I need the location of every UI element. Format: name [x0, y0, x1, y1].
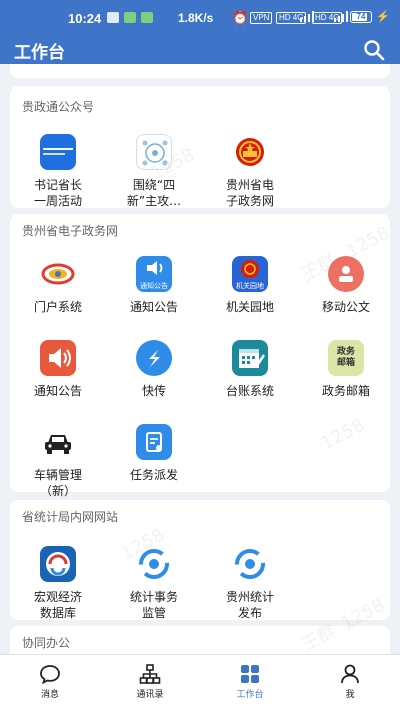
section-card-egov: 贵州省电子政务网 门户系统 通知公告 通知公告 机关园地 机关园地 移动公文 通…	[10, 214, 390, 498]
app-item-label: 通知公告	[129, 300, 178, 314]
app-notification-icon	[107, 12, 119, 23]
app-item-gov-mail[interactable]: 政务 邮箱 政务邮箱	[298, 340, 394, 399]
news-banner-icon	[40, 134, 76, 170]
icon-caption: 通知公告	[140, 282, 168, 290]
wechat-notification-icon	[141, 12, 153, 23]
megaphone-icon	[40, 340, 76, 376]
workbench-content[interactable]: 贵政通公众号 书记省长 一周活动 围绕“四 新”主攻… 贵州省电 子政务网 贵州…	[0, 64, 400, 654]
app-item-label: 机关园地	[225, 300, 274, 314]
status-bar: 10:24 1.8K/s ⏰ VPN HD 4G HD 4G 74 ⚡	[0, 0, 400, 34]
app-item-vehicles[interactable]: 车辆管理 （新）	[10, 424, 106, 499]
app-item-four-new[interactable]: 围绕“四 新”主攻…	[106, 134, 202, 209]
app-item-egov-network[interactable]: 贵州省电 子政务网	[202, 134, 298, 209]
battery-level: 74	[356, 12, 366, 21]
tab-messages[interactable]: 消息	[0, 655, 100, 710]
app-item-secretary-weekly[interactable]: 书记省长 一周活动	[10, 134, 106, 209]
network-speed: 1.8K/s	[178, 11, 214, 25]
app-item-label: 车辆管理 （新）	[10, 467, 106, 499]
task-dispatch-icon	[136, 424, 172, 460]
section-title: 省统计局内网网站	[22, 510, 119, 524]
gov-mailbox-icon: 政务 邮箱	[328, 340, 364, 376]
app-item-stats-release[interactable]: 贵州统计 发布	[202, 546, 298, 621]
bottom-tab-bar: 消息 通讯录 工作台 我	[0, 654, 400, 710]
app-item-notice-2[interactable]: 通知公告	[10, 340, 106, 399]
quick-send-icon	[136, 340, 172, 376]
tab-me[interactable]: 我	[300, 655, 400, 710]
app-item-label: 任务派发	[129, 468, 178, 482]
app-item-label: 政务邮箱	[321, 384, 370, 398]
org-chart-icon	[139, 664, 161, 684]
label-text: 统计事务 监管	[129, 590, 178, 620]
app-item-label: 通知公告	[33, 384, 82, 398]
section-title: 贵州省电子政务网	[22, 224, 119, 238]
app-bar: 工作台	[0, 34, 400, 64]
charging-icon: ⚡	[376, 11, 390, 23]
app-item-mobile-doc[interactable]: 移动公文	[298, 256, 394, 315]
notice-speaker-icon: 通知公告	[136, 256, 172, 292]
battery-icon: 74	[350, 11, 372, 23]
label-text: 围绕“四 新”主攻…	[126, 178, 182, 208]
tab-label: 工作台	[236, 690, 264, 700]
status-time: 10:24	[68, 11, 102, 26]
label-text: 宏观经济 数据库	[33, 590, 82, 620]
app-item-stats-supervision[interactable]: 统计事务 监管	[106, 546, 202, 621]
previous-section-card	[10, 64, 390, 78]
app-item-notice-1[interactable]: 通知公告 通知公告	[106, 256, 202, 315]
app-item-label: 门户系统	[33, 300, 82, 314]
app-item-label: 贵州统计 发布	[202, 589, 298, 621]
section-card-stats-bureau: 省统计局内网网站 宏观经济 数据库 统计事务 监管 贵州统计 发布	[10, 500, 390, 620]
document-person-icon	[328, 256, 364, 292]
label-text: 贵州省电 子政务网	[225, 178, 274, 208]
tab-label: 我	[345, 690, 355, 700]
map-diagram-icon	[136, 134, 172, 170]
app-item-macro-db[interactable]: 宏观经济 数据库	[10, 546, 106, 621]
app-item-label: 贵州省电 子政务网	[202, 177, 298, 209]
stats-logo-icon	[232, 546, 268, 582]
label-text: 车辆管理 （新）	[33, 468, 82, 498]
app-item-quick-send[interactable]: 快传	[106, 340, 202, 399]
app-item-label: 移动公文	[321, 300, 370, 314]
search-icon[interactable]	[363, 39, 385, 61]
tab-label: 消息	[40, 690, 59, 700]
alarm-icon: ⏰	[232, 10, 249, 25]
section-title: 贵政通公众号	[22, 100, 95, 114]
app-item-task-dispatch[interactable]: 任务派发	[106, 424, 202, 483]
chat-icon	[40, 665, 60, 685]
emblem-garden-icon: 机关园地	[232, 256, 268, 292]
page-title: 工作台	[14, 43, 65, 63]
section-card-official-accounts: 贵政通公众号 书记省长 一周活动 围绕“四 新”主攻… 贵州省电 子政务网	[10, 86, 390, 208]
section-title: 协同办公	[22, 636, 71, 650]
calendar-ledger-icon	[232, 340, 268, 376]
person-icon	[341, 664, 359, 684]
icon-caption: 机关园地	[236, 282, 264, 290]
app-item-label: 统计事务 监管	[106, 589, 202, 621]
app-item-label: 台账系统	[225, 384, 274, 398]
app-item-label: 书记省长 一周活动	[10, 177, 106, 209]
app-item-portal[interactable]: 门户系统	[10, 256, 106, 315]
app-item-garden[interactable]: 机关园地 机关园地	[202, 256, 298, 315]
label-text: 贵州统计 发布	[225, 590, 274, 620]
message-notification-icon	[124, 12, 136, 23]
tab-label: 通讯录	[136, 690, 164, 700]
app-item-label: 围绕“四 新”主攻…	[106, 177, 202, 209]
tab-contacts[interactable]: 通讯录	[100, 655, 200, 710]
app-item-ledger[interactable]: 台账系统	[202, 340, 298, 399]
app-item-label: 快传	[141, 384, 166, 398]
portal-logo-icon	[40, 256, 76, 292]
tab-workbench[interactable]: 工作台	[200, 655, 300, 710]
app-item-label: 宏观经济 数据库	[10, 589, 106, 621]
vpn-badge: VPN	[250, 12, 273, 24]
grid-icon	[241, 665, 259, 683]
stats-db-icon	[40, 546, 76, 582]
stats-logo-icon	[136, 546, 172, 582]
signal-bars-2-icon	[334, 11, 348, 22]
car-icon	[40, 424, 76, 460]
national-emblem-icon	[232, 134, 268, 170]
section-card-collab: 协同办公	[10, 626, 390, 654]
icon-caption: 政务 邮箱	[336, 347, 355, 368]
label-text: 书记省长 一周活动	[33, 178, 82, 208]
